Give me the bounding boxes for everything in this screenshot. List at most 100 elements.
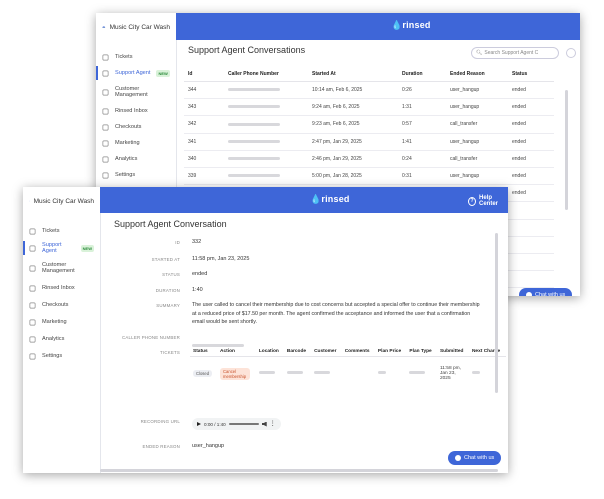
redacted-text bbox=[409, 371, 426, 375]
sidebar-item-analytics[interactable]: Analytics bbox=[23, 335, 100, 343]
company-name: Music City Car Wash bbox=[109, 23, 170, 31]
sidebar-item-marketing[interactable]: Marketing bbox=[96, 139, 176, 147]
tickets-label: TICKETS bbox=[160, 350, 180, 355]
ticket-action-badge: Cancel membership bbox=[220, 367, 251, 380]
cell-status: ended bbox=[508, 81, 554, 100]
sidebar-item-tickets[interactable]: Tickets bbox=[23, 227, 100, 235]
horizontal-scrollbar[interactable] bbox=[100, 469, 498, 472]
company-name: Music City Car Wash bbox=[33, 197, 94, 205]
sidebar-item-analytics[interactable]: Analytics bbox=[96, 155, 176, 163]
redacted-text bbox=[228, 88, 280, 92]
sidebar-item-label: Tickets bbox=[115, 54, 133, 60]
table-row[interactable]: 339 5:00 pm, Jan 28, 2025 0:31 user_hangup e… bbox=[184, 167, 554, 186]
sidebar-item-rinsed-inbox[interactable]: Rinsed Inbox bbox=[23, 284, 100, 292]
scrollbar[interactable] bbox=[495, 233, 498, 393]
inbox-icon bbox=[102, 108, 109, 115]
cell-started: 2:47 pm, Jan 29, 2025 bbox=[308, 133, 398, 151]
cell-id: 339 bbox=[184, 167, 224, 186]
table-row[interactable]: 344 10:14 am, Feb 6, 2025 0:26 user_hangup e… bbox=[184, 81, 554, 100]
table-row[interactable]: 343 9:24 am, Feb 6, 2025 1:31 user_hangup en… bbox=[184, 98, 554, 117]
audio-progress-slider[interactable] bbox=[228, 423, 259, 425]
ticket-column-header[interactable]: Barcode bbox=[283, 347, 312, 357]
megaphone-icon-glyph bbox=[102, 140, 109, 146]
chat-bubble-icon bbox=[455, 455, 461, 461]
cell-status: ended bbox=[508, 167, 554, 186]
sidebar-item-tickets[interactable]: Tickets bbox=[96, 53, 176, 61]
megaphone-icon bbox=[29, 319, 36, 326]
ticket-column-header[interactable]: Plan Type bbox=[406, 347, 437, 357]
sidebar-item-support-agent[interactable]: Support Agent NEW bbox=[96, 66, 176, 80]
cell-started: 5:00 pm, Jan 28, 2025 bbox=[308, 167, 398, 186]
ticket-barcode-cell bbox=[284, 357, 311, 391]
ticket-column-header[interactable]: Submitted bbox=[436, 347, 469, 357]
sidebar-item-label: Analytics bbox=[42, 336, 65, 342]
started-value: 11:58 pm, Jan 23, 2025 bbox=[192, 256, 250, 262]
company-logo[interactable]: Music City Car Wash bbox=[96, 13, 176, 41]
company-logo[interactable]: Music City Car Wash bbox=[23, 187, 100, 215]
column-header[interactable]: Status bbox=[508, 67, 554, 82]
headset-icon-glyph bbox=[29, 245, 36, 251]
sidebar-item-checkouts[interactable]: Checkouts bbox=[23, 301, 100, 309]
new-badge: NEW bbox=[80, 244, 94, 252]
sidebar: Music City Car Wash Tickets Support Agent… bbox=[23, 187, 101, 473]
cell-empty bbox=[508, 253, 554, 272]
redacted-text bbox=[228, 139, 280, 143]
sidebar-item-label: Customer Management bbox=[42, 262, 75, 274]
table-row[interactable]: 342 9:23 am, Feb 6, 2025 0:57 call_transfer… bbox=[184, 115, 554, 134]
sidebar-item-customer-management[interactable]: Customer Management bbox=[23, 261, 100, 275]
table-row[interactable]: 341 2:47 pm, Jan 29, 2025 1:41 user_hangup e… bbox=[184, 133, 554, 151]
sidebar-item-rinsed-inbox[interactable]: Rinsed Inbox bbox=[96, 107, 176, 115]
column-header[interactable]: Id bbox=[184, 67, 224, 82]
column-header[interactable]: Duration bbox=[398, 67, 446, 82]
ticket-column-header[interactable]: Comments bbox=[341, 347, 375, 357]
ticket-row[interactable]: Closed Cancel membership 11:58 pm, Jan 2… bbox=[190, 357, 506, 391]
sidebar-item-settings[interactable]: Settings bbox=[96, 171, 176, 179]
ticket-column-header[interactable]: Status bbox=[190, 347, 218, 357]
redacted-text bbox=[314, 371, 331, 375]
redacted-text bbox=[228, 122, 280, 126]
chat-button[interactable]: Chat with us bbox=[448, 451, 502, 465]
chat-button[interactable]: Chat with us bbox=[519, 288, 573, 296]
column-header[interactable]: Started At bbox=[308, 67, 398, 82]
sidebar-item-checkouts[interactable]: Checkouts bbox=[96, 123, 176, 131]
cell-id: 340 bbox=[184, 150, 224, 168]
search-input[interactable]: 🔍︎ Search Support Agent C bbox=[471, 47, 559, 59]
users-icon-glyph bbox=[102, 89, 109, 95]
play-icon[interactable] bbox=[197, 422, 201, 426]
search-placeholder: Search Support Agent C bbox=[484, 50, 539, 56]
help-center-link[interactable]: ? Help Center bbox=[468, 195, 508, 207]
volume-icon[interactable] bbox=[261, 421, 267, 427]
scrollbar[interactable] bbox=[565, 90, 568, 210]
top-bar: 💧rinsed ?Help Center bbox=[100, 187, 508, 213]
ticket-column-header[interactable]: Plan Price bbox=[374, 347, 407, 357]
ticket-plan-type-cell bbox=[406, 357, 437, 391]
sidebar-item-customer-management[interactable]: Customer Management bbox=[96, 85, 176, 99]
settings-gear-icon[interactable] bbox=[566, 48, 576, 58]
ticket-status-cell: Closed bbox=[190, 357, 217, 391]
sidebar-item-support-agent[interactable]: Support Agent NEW bbox=[23, 241, 100, 255]
ticket-column-header[interactable]: Location bbox=[255, 347, 284, 357]
page-title: Support Agent Conversations bbox=[188, 45, 306, 55]
table-row[interactable]: 340 2:46 pm, Jan 29, 2025 0:24 call_transfe… bbox=[184, 150, 554, 168]
ended-reason-value: user_hangup bbox=[192, 443, 225, 449]
ended-reason-label: ENDED REASON bbox=[142, 444, 180, 449]
sidebar-item-marketing[interactable]: Marketing bbox=[23, 318, 100, 326]
chart-icon bbox=[29, 336, 36, 343]
inbox-icon-glyph bbox=[102, 108, 109, 114]
column-header[interactable]: Caller Phone Number bbox=[224, 67, 308, 82]
ticket-action-cell: Cancel membership bbox=[217, 357, 256, 391]
cell-status: ended bbox=[508, 150, 554, 168]
ticket-column-header[interactable]: Customer bbox=[311, 347, 342, 357]
cell-reason: user_hangup bbox=[446, 98, 508, 117]
ticket-column-header[interactable]: Action bbox=[217, 347, 256, 357]
redacted-text bbox=[377, 371, 386, 375]
sidebar-item-settings[interactable]: Settings bbox=[23, 352, 100, 360]
audio-player[interactable]: 0:00 / 1:40 ⋮ bbox=[192, 418, 281, 430]
cell-empty bbox=[508, 201, 554, 220]
ticket-column-header[interactable]: Next Charge bbox=[468, 347, 506, 357]
column-header[interactable]: Ended Reason bbox=[446, 67, 508, 82]
cell-caller-redacted bbox=[224, 167, 308, 186]
cell-caller-redacted bbox=[224, 150, 308, 168]
more-options-icon[interactable]: ⋮ bbox=[270, 421, 276, 427]
cell-status: ended bbox=[508, 184, 554, 203]
